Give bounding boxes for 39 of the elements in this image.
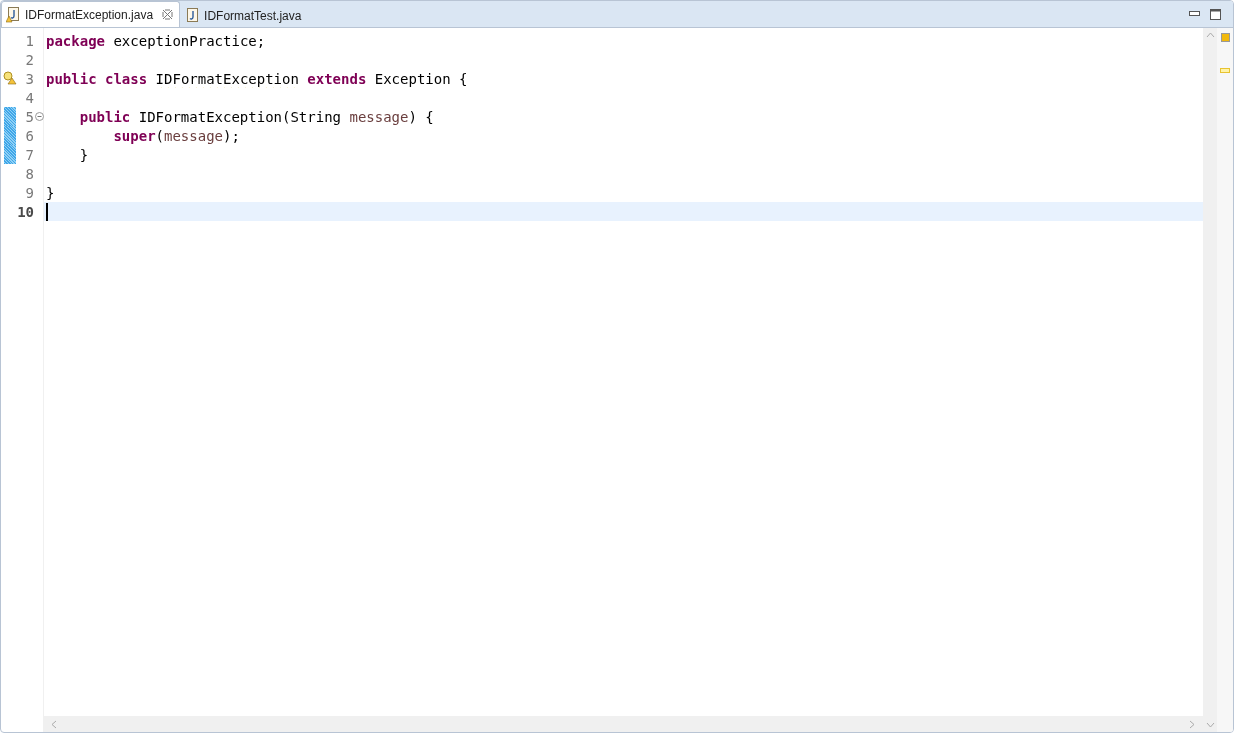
change-marker xyxy=(4,126,16,145)
line-number: 6 xyxy=(24,127,34,144)
scroll-up-icon[interactable] xyxy=(1205,32,1215,38)
maximize-icon[interactable] xyxy=(1210,8,1221,20)
editor-tab[interactable]: IDFormatException.java xyxy=(1,1,181,27)
warning-summary-icon[interactable] xyxy=(1220,33,1230,42)
code-text: package exceptionPractice; xyxy=(46,32,266,49)
code-text: super(message); xyxy=(112,127,240,144)
fold-icon[interactable] xyxy=(35,112,44,121)
java-file-warning-icon xyxy=(6,6,20,23)
line-number: 1 xyxy=(24,32,34,49)
line-number: 7 xyxy=(24,146,34,163)
code-text: } xyxy=(78,146,89,163)
line-number: 9 xyxy=(24,184,34,201)
tab-label: IDFormatTest.java xyxy=(204,8,302,23)
vertical-scrollbar[interactable] xyxy=(1203,28,1217,732)
code-text: public class IDFormatException extends Exception { xyxy=(46,70,468,87)
line-number: 4 xyxy=(24,89,34,106)
line-number: 10 xyxy=(16,203,34,220)
horizontal-scrollbar[interactable] xyxy=(43,716,1203,732)
line-number: 3 xyxy=(24,70,34,87)
scroll-left-icon[interactable] xyxy=(51,719,57,729)
tab-label: IDFormatException.java xyxy=(25,7,154,22)
change-marker xyxy=(4,107,16,126)
code-text: } xyxy=(46,184,55,201)
scroll-down-icon[interactable] xyxy=(1205,722,1215,728)
line-number: 8 xyxy=(24,165,34,182)
editor-tab[interactable]: IDFormatTest.java xyxy=(180,3,309,27)
warning-bulb-icon[interactable] xyxy=(3,71,17,85)
code-text: public IDFormatException(String message) { xyxy=(78,108,434,125)
warning-marker-icon[interactable] xyxy=(1220,68,1230,73)
minimize-icon[interactable] xyxy=(1189,11,1200,17)
close-icon[interactable] xyxy=(162,9,174,20)
change-marker xyxy=(4,145,16,164)
scroll-right-icon[interactable] xyxy=(1189,719,1195,729)
text-cursor xyxy=(46,202,48,221)
line-number: 5 xyxy=(24,108,34,125)
line-number: 2 xyxy=(24,51,34,68)
java-file-icon xyxy=(185,7,200,24)
